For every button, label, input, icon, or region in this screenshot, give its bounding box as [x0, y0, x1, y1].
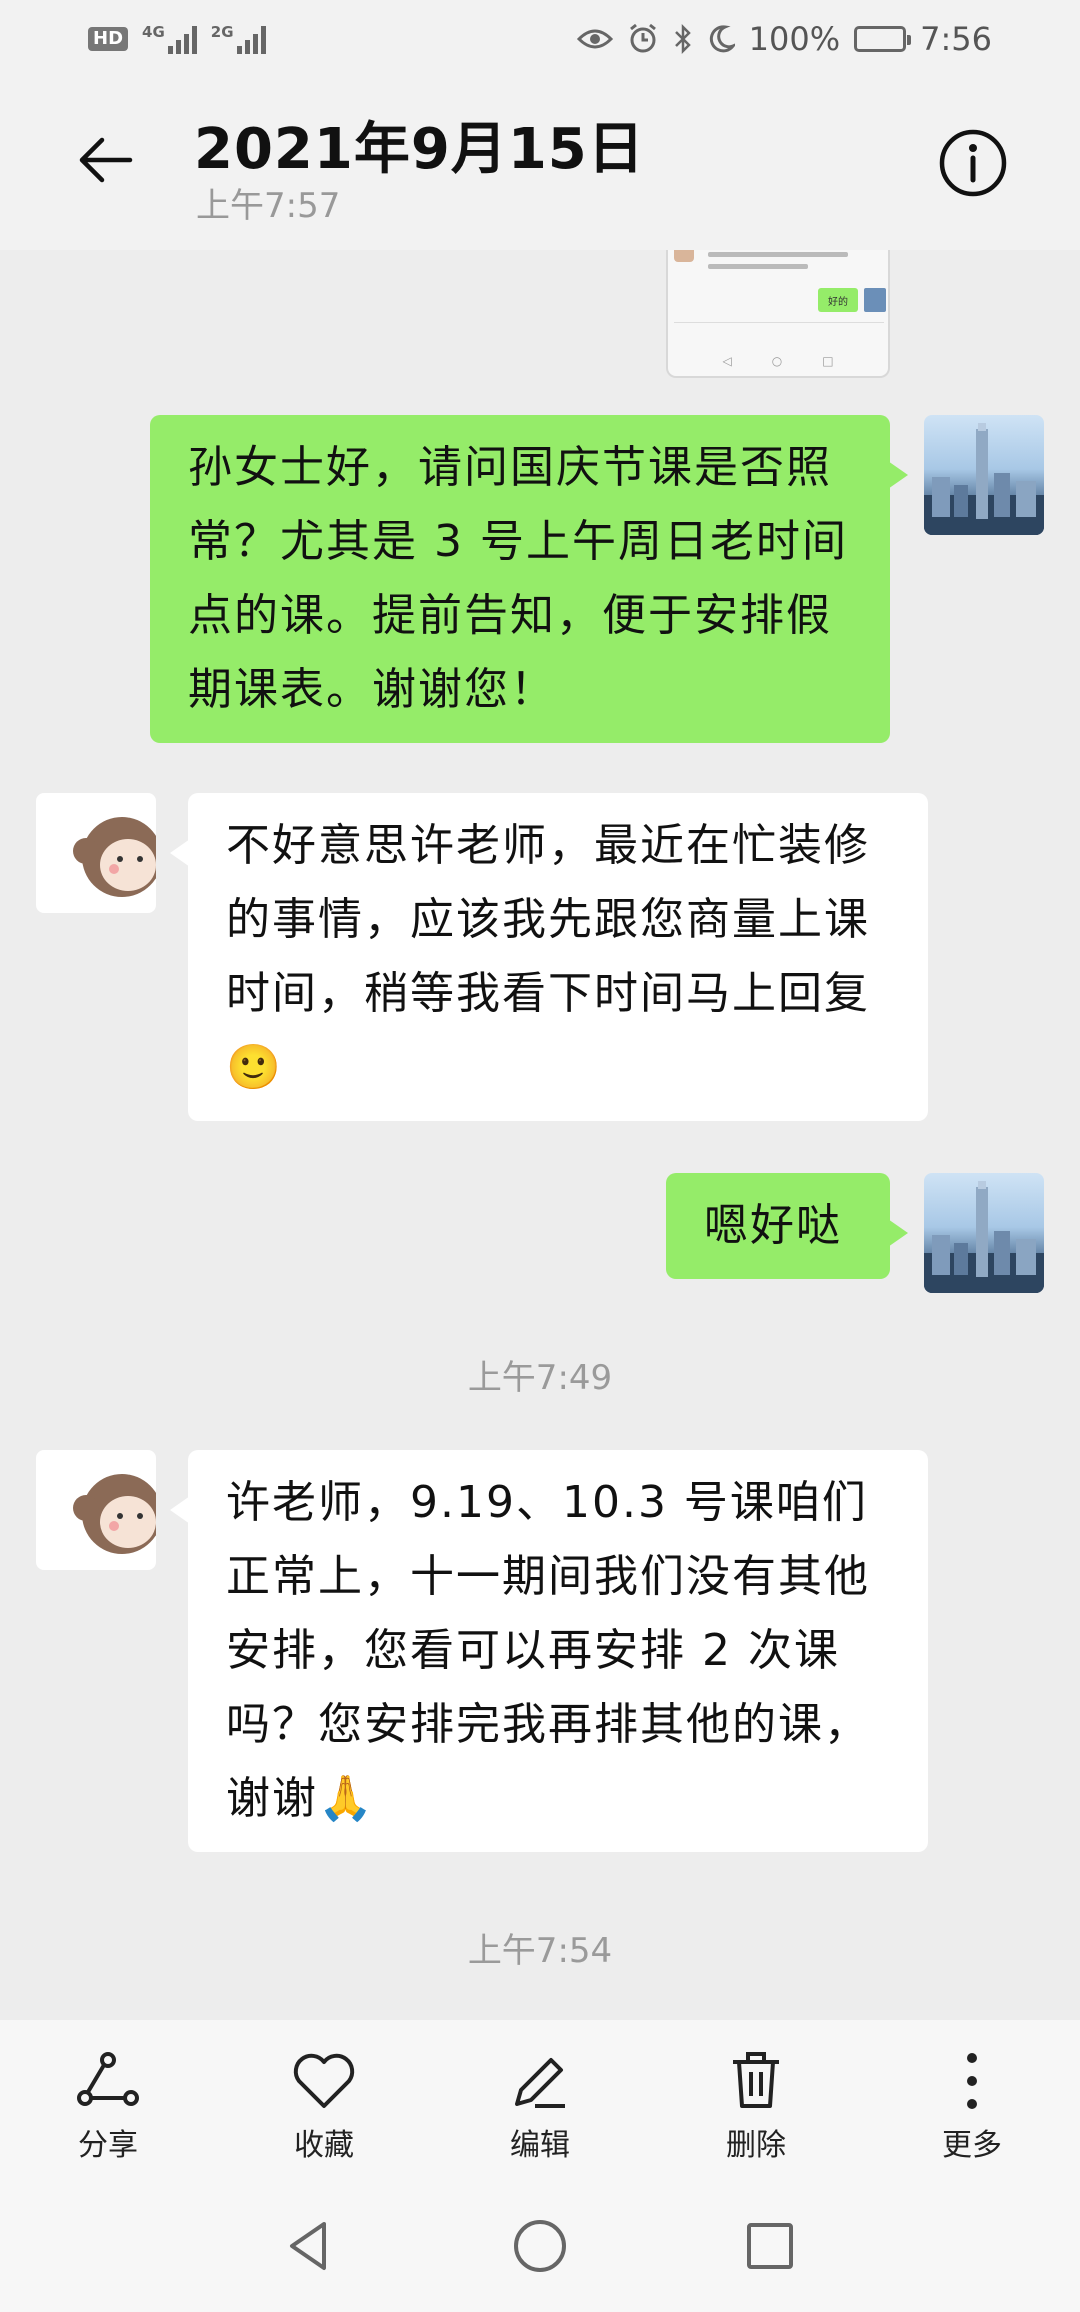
- hd-voice-icon: HD: [88, 27, 129, 51]
- chat-area[interactable]: 好的 ◁ ○ □ 孙女士好，请问国庆节课是否照常？尤其是 3 号上午周日老时间点的课…: [0, 250, 1080, 2020]
- chat-header: 2021年9月15日 上午7:57: [0, 78, 1080, 250]
- signal-bars-icon: [167, 24, 197, 54]
- message-timestamp: 上午7:54: [467, 1931, 613, 1971]
- info-icon[interactable]: [938, 128, 1008, 198]
- nav-home-icon[interactable]: [510, 2216, 570, 2276]
- contact-avatar[interactable]: [36, 793, 156, 913]
- message-text: 嗯好哒: [704, 1200, 842, 1251]
- status-bar: HD 4G 2G 100% 7:56: [0, 0, 1080, 78]
- eye-icon: [576, 29, 613, 49]
- message-bubble-sent[interactable]: 孙女士好，请问国庆节课是否照常？尤其是 3 号上午周日老时间点的课。提前告知，便…: [150, 415, 908, 743]
- edit-button[interactable]: 编辑: [470, 2020, 610, 2180]
- share-button[interactable]: 分享: [38, 2020, 178, 2180]
- network-type-label: 4G: [142, 23, 165, 41]
- system-navigation-bar: [0, 2180, 1080, 2312]
- message-timestamp: 上午7:49: [467, 1358, 613, 1398]
- my-avatar[interactable]: [924, 1173, 1044, 1293]
- thumbnail-reply-bubble: 好的: [818, 288, 858, 312]
- message-text: 许老师，9.19、10.3 号课咱们正常上，十一期间我们没有其他安排，您看可以再…: [226, 1477, 870, 1824]
- bottom-action-toolbar: 分享 收藏 编辑 删除 更多: [0, 2020, 1080, 2180]
- clock: 7:56: [920, 20, 992, 58]
- heart-icon: [293, 2053, 355, 2108]
- edit-label: 编辑: [510, 2128, 570, 2163]
- message-bubble-received[interactable]: 许老师，9.19、10.3 号课咱们正常上，十一期间我们没有其他安排，您看可以再…: [170, 1450, 928, 1852]
- status-left: HD 4G 2G: [88, 24, 266, 54]
- favorite-label: 收藏: [294, 2128, 354, 2163]
- favorite-button[interactable]: 收藏: [254, 2020, 394, 2180]
- more-label: 更多: [942, 2128, 1002, 2163]
- trash-icon: [733, 2052, 779, 2108]
- my-avatar[interactable]: [924, 415, 1044, 535]
- message-bubble-received[interactable]: 不好意思许老师，最近在忙装修的事情，应该我先跟您商量上课时间，稍等我看下时间马上…: [170, 793, 928, 1121]
- moon-icon: [709, 25, 735, 53]
- delete-button[interactable]: 删除: [686, 2020, 826, 2180]
- nav-recents-icon[interactable]: [740, 2216, 800, 2276]
- pencil-icon: [515, 2058, 565, 2108]
- share-label: 分享: [78, 2128, 138, 2163]
- screenshot-image-message[interactable]: 好的 ◁ ○ □: [666, 250, 890, 378]
- page-subtitle: 上午7:57: [196, 186, 341, 226]
- bluetooth-icon: [674, 23, 691, 55]
- message-text: 不好意思许老师，最近在忙装修的事情，应该我先跟您商量上课时间，稍等我看下时间马上…: [226, 820, 870, 1093]
- status-right: 100% 7:56: [576, 20, 992, 58]
- more-button[interactable]: 更多: [902, 2020, 1042, 2180]
- signal-2g: 2G: [211, 24, 266, 54]
- delete-label: 删除: [726, 2128, 786, 2163]
- battery-percent: 100%: [748, 20, 841, 58]
- contact-avatar[interactable]: [36, 1450, 156, 1570]
- network-type-label: 2G: [210, 23, 234, 41]
- page-title: 2021年9月15日: [194, 117, 645, 182]
- signal-4g: 4G: [142, 24, 197, 54]
- signal-bars-icon: [236, 24, 266, 54]
- alarm-icon: [629, 23, 656, 53]
- nav-back-icon[interactable]: [280, 2216, 340, 2276]
- share-icon: [77, 2052, 139, 2106]
- battery-icon: [854, 26, 912, 52]
- back-arrow-icon[interactable]: [74, 128, 138, 192]
- more-vertical-icon: [967, 2053, 977, 2109]
- message-text: 孙女士好，请问国庆节课是否照常？尤其是 3 号上午周日老时间点的课。提前告知，便…: [188, 442, 848, 715]
- message-bubble-sent[interactable]: 嗯好哒: [666, 1173, 908, 1279]
